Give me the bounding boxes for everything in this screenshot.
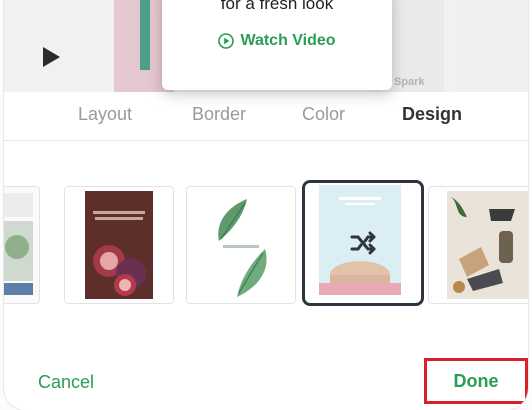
design-thumbnail-leaves[interactable] bbox=[186, 186, 296, 304]
promo-tooltip: for a fresh look Watch Video bbox=[162, 0, 392, 90]
preview-accent-left bbox=[140, 0, 150, 70]
design-1-image bbox=[4, 187, 39, 303]
cancel-button[interactable]: Cancel bbox=[38, 372, 94, 393]
watch-video-link[interactable]: Watch Video bbox=[162, 32, 392, 50]
tooltip-text: for a fresh look bbox=[220, 0, 334, 13]
done-label: Done bbox=[453, 370, 499, 391]
design-thumbnail-sneak-peak[interactable] bbox=[64, 186, 174, 304]
sneak-peak-image bbox=[65, 187, 173, 303]
preview-panel-light bbox=[456, 0, 528, 92]
design-thumbnail-1[interactable] bbox=[4, 186, 40, 304]
watch-video-label: Watch Video bbox=[240, 32, 336, 49]
play-button[interactable] bbox=[16, 22, 86, 92]
video-preview-strip: Spark for a fresh look Watch Video bbox=[4, 0, 528, 92]
play-circle-icon bbox=[218, 33, 235, 49]
products-image bbox=[429, 187, 528, 303]
design-thumbnail-strip bbox=[4, 180, 528, 306]
app-frame: Spark for a fresh look Watch Video Layou… bbox=[4, 0, 528, 410]
done-button[interactable]: Done bbox=[424, 358, 528, 404]
play-icon bbox=[43, 47, 60, 67]
tab-color[interactable]: Color bbox=[302, 104, 345, 125]
tab-border[interactable]: Border bbox=[192, 104, 246, 125]
shuffle-icon bbox=[350, 231, 376, 255]
tab-design[interactable]: Design bbox=[402, 104, 462, 125]
tab-layout[interactable]: Layout bbox=[78, 104, 132, 125]
tab-bar: Layout Border Color Design bbox=[4, 96, 528, 136]
tab-divider bbox=[4, 140, 528, 141]
design-thumbnail-products[interactable] bbox=[428, 186, 528, 304]
spark-watermark: Spark bbox=[394, 76, 425, 88]
leaves-image bbox=[187, 187, 295, 303]
design-thumbnail-shuffle-selected[interactable] bbox=[302, 180, 424, 306]
